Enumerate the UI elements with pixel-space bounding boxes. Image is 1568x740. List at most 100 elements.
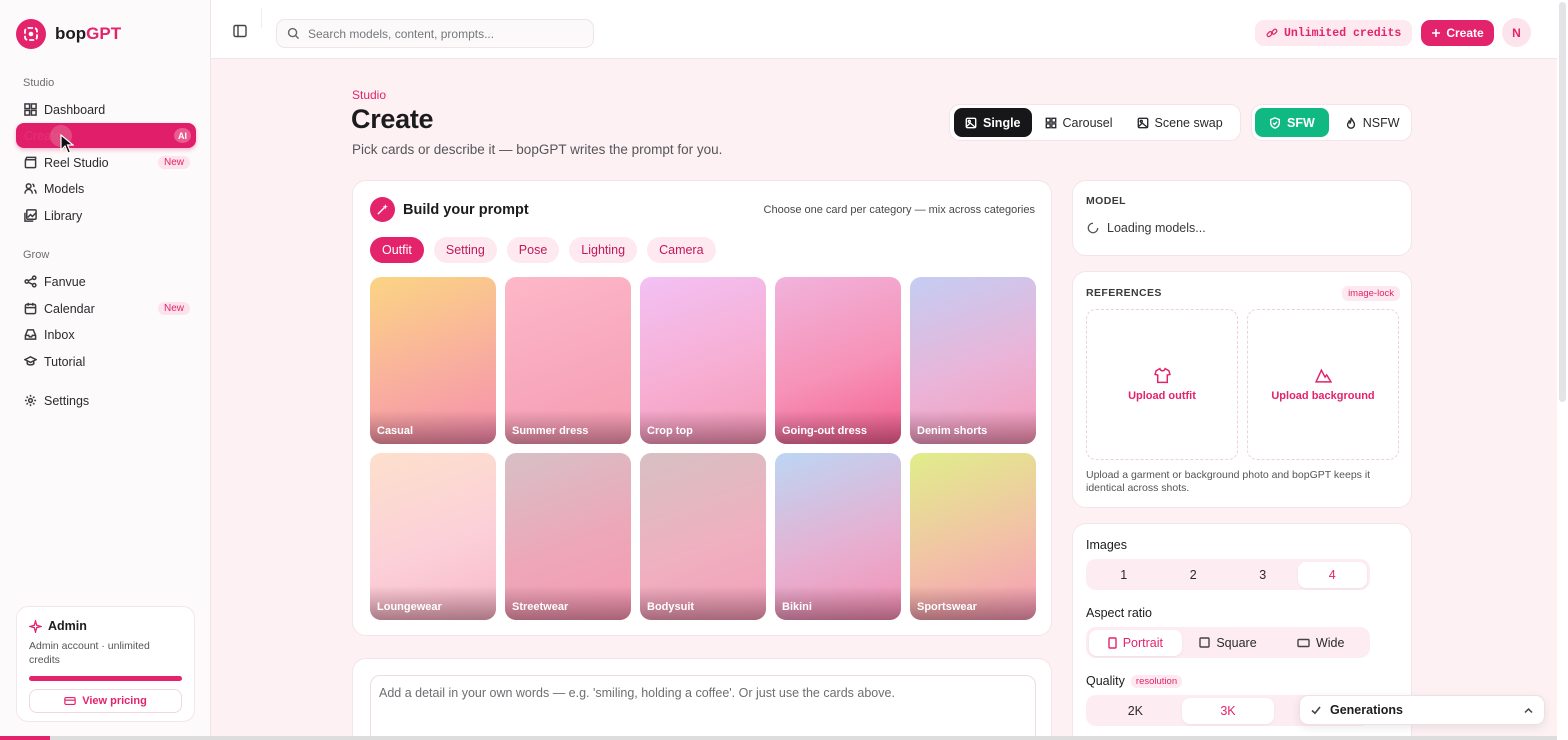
outfit-card-summer-dress[interactable]: Summer dress [505,277,631,444]
brand-name: bopGPT [55,24,122,43]
outfit-card-sportswear[interactable]: Sportswear [910,453,1036,620]
quality-2k-option[interactable]: 2K [1089,698,1182,724]
user-avatar[interactable]: N [1502,18,1531,47]
sidebar-item-label: Models [44,181,85,196]
tab-lighting[interactable]: Lighting [569,237,638,263]
aspect-portrait-option[interactable]: Portrait [1089,629,1182,656]
mode-scene-swap-button[interactable]: Scene swap [1126,108,1234,137]
breadcrumb[interactable]: Studio [352,88,386,102]
brand-logo-icon [16,19,46,49]
outfit-card-casual[interactable]: Casual [370,277,496,444]
outfit-card-streetwear[interactable]: Streetwear [505,453,631,620]
model-label: MODEL [1086,195,1126,207]
images-option-1[interactable]: 1 [1089,562,1159,588]
page-progress-bar [0,736,1557,740]
divider [261,8,262,28]
square-icon [1199,637,1211,648]
share-icon [24,275,37,288]
credits-progress-bar [29,676,182,681]
outfit-card-going-out-dress[interactable]: Going-out dress [775,277,901,444]
images-option-2[interactable]: 2 [1159,562,1229,588]
ai-badge: AI [174,128,191,143]
sidebar-item-calendar[interactable]: Calendar New [16,296,196,321]
sparkles-icon [29,619,42,633]
build-prompt-hint: Choose one card per category — mix acros… [763,204,1035,216]
outfit-card-denim-shorts[interactable]: Denim shorts [910,277,1036,444]
link-icon [1266,28,1278,38]
aspect-square-option[interactable]: Square [1182,630,1275,656]
sidebar-item-label: Tutorial [44,354,86,369]
calendar-icon [24,302,37,315]
model-card: MODEL Loading models... [1072,180,1412,256]
sidebar-item-reel-studio[interactable]: Reel Studio New [16,150,196,175]
sidebar-item-label: Library [44,208,83,223]
outfit-card-bikini[interactable]: Bikini [775,453,901,620]
new-badge: New [157,156,190,169]
unlimited-credits-badge[interactable]: Unlimited credits [1255,20,1413,46]
mode-single-button[interactable]: Single [954,108,1032,137]
mouse-cursor-icon [60,134,74,154]
quality-3k-option[interactable]: 3K [1181,697,1275,724]
tab-outfit[interactable]: Outfit [370,237,424,263]
sidebar-item-inbox[interactable]: Inbox [16,322,196,347]
tab-setting[interactable]: Setting [433,237,497,263]
references-label: REFERENCES [1086,287,1162,299]
tab-pose[interactable]: Pose [506,237,560,263]
custom-detail-card: Add a detail in your own words — e.g. 's… [352,658,1052,740]
flame-icon [1346,117,1355,129]
outfit-card-loungewear[interactable]: Loungewear [370,453,496,620]
safety-toggle: SFW NSFW [1251,104,1412,141]
mountain-icon [1314,368,1332,383]
view-pricing-button[interactable]: View pricing [29,689,182,713]
nsfw-button[interactable]: NSFW [1331,108,1414,137]
tab-camera[interactable]: Camera [647,237,716,263]
sidebar-item-settings[interactable]: Settings [16,388,196,413]
scrollbar-thumb[interactable] [1559,2,1566,402]
search-input[interactable] [308,26,578,41]
quality-label: Quality resolution [1086,674,1183,688]
sidebar-item-dashboard[interactable]: Dashboard [16,97,196,122]
images-label: Images [1086,538,1127,552]
sidebar-item-label: Reel Studio [44,155,109,170]
credit-card-icon [64,696,76,706]
sidebar-item-label: Calendar [44,301,95,316]
outfit-card-crop-top[interactable]: Crop top [640,277,766,444]
shirt-icon [1153,367,1171,384]
sidebar-item-tutorial[interactable]: Tutorial [16,349,196,374]
upload-background-button[interactable]: Upload background [1247,309,1399,460]
mode-carousel-button[interactable]: Carousel [1034,108,1124,137]
wand-sparkles-icon [370,197,395,222]
sidebar-item-create[interactable]: Create AI [16,123,196,148]
aspect-wide-option[interactable]: Wide [1274,630,1367,656]
resolution-badge: resolution [1130,674,1183,688]
model-loading-status: Loading models... [1087,221,1206,235]
graduation-cap-icon [24,356,37,366]
generations-panel-toggle[interactable]: Generations [1299,695,1545,725]
create-button[interactable]: Create [1421,20,1494,46]
admin-card: Admin Admin account · unlimited credits … [16,606,195,722]
sidebar-item-models[interactable]: Models [16,176,196,201]
mode-toggle: Single Carousel Scene swap [949,104,1241,141]
custom-detail-textarea[interactable]: Add a detail in your own words — e.g. 's… [370,675,1036,740]
section-grow-label: Grow [23,249,50,261]
references-card: REFERENCES image-lock Upload outfit Uplo… [1072,271,1412,508]
users-icon [24,183,37,194]
upload-outfit-button[interactable]: Upload outfit [1086,309,1238,460]
clapperboard-icon [24,156,37,169]
page-scrollbar[interactable] [1557,0,1568,740]
grid-icon [1045,117,1056,128]
outfit-card-bodysuit[interactable]: Bodysuit [640,453,766,620]
image-lock-badge: image-lock [1342,286,1400,301]
brand[interactable]: bopGPT [16,19,121,49]
images-option-4[interactable]: 4 [1297,561,1367,588]
search-bar[interactable] [276,19,594,48]
sfw-button[interactable]: SFW [1255,108,1329,137]
references-note: Upload a garment or background photo and… [1086,469,1371,494]
check-icon [1311,706,1321,715]
images-option-3[interactable]: 3 [1228,562,1298,588]
sidebar-item-library[interactable]: Library [16,203,196,228]
image-icon [1137,117,1148,128]
sidebar-item-fanvue[interactable]: Fanvue [16,269,196,294]
sidebar-toggle-icon[interactable] [233,24,247,38]
shield-icon [1270,116,1280,129]
